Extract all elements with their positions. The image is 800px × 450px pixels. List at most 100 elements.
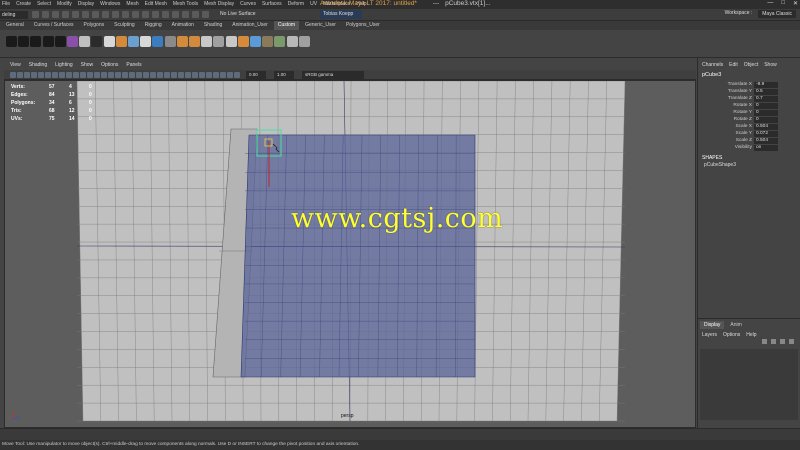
panel-tool-icon[interactable]	[45, 72, 51, 78]
shelf-tool-icon[interactable]	[152, 36, 164, 47]
panel-tool-icon[interactable]	[38, 72, 44, 78]
channel-box-menu-object[interactable]: Object	[744, 62, 758, 68]
shelf-tab-animation-user[interactable]: Animation_User	[228, 21, 272, 30]
panel-tool-icon[interactable]	[94, 72, 100, 78]
shelf-tool-icon[interactable]	[30, 36, 42, 47]
viewport-scene[interactable]	[5, 81, 696, 428]
shelf-tool-icon[interactable]	[201, 36, 213, 47]
shelf-tool-icon[interactable]	[225, 36, 237, 47]
layer-menu-options[interactable]: Options	[723, 332, 740, 338]
panel-menu-show[interactable]: Show	[81, 62, 94, 70]
live-surface-field[interactable]: No Live Surface	[220, 11, 256, 17]
far-clip-field[interactable]: 1.00	[274, 71, 294, 79]
panel-tool-icon[interactable]	[185, 72, 191, 78]
channel-box-menu-edit[interactable]: Edit	[729, 62, 738, 68]
channel-name[interactable]: Rotate Z	[698, 117, 754, 122]
shelf-tool-icon[interactable]	[6, 36, 17, 47]
layer-tab-anim[interactable]: Anim	[726, 321, 745, 329]
shelf-tab-rigging[interactable]: Rigging	[141, 21, 166, 30]
menu-curves[interactable]: Curves	[240, 1, 256, 7]
shelf-tool-icon[interactable]	[286, 36, 298, 47]
snap-surface-icon[interactable]	[142, 11, 149, 18]
panel-tool-icon[interactable]	[52, 72, 58, 78]
channel-name[interactable]: Scale Y	[698, 131, 754, 136]
shelf-tool-icon[interactable]	[18, 36, 30, 47]
new-scene-icon[interactable]	[32, 11, 39, 18]
render-settings-icon[interactable]	[182, 11, 189, 18]
channel-value-field[interactable]: 0	[754, 102, 778, 109]
channel-value-field[interactable]: 0	[754, 116, 778, 123]
channel-value-field[interactable]: 0.7	[754, 95, 778, 102]
shelf-tab-general[interactable]: General	[2, 21, 28, 30]
channel-box-object-name[interactable]: pCube3	[698, 68, 800, 78]
channel-name[interactable]: Visibility	[698, 145, 754, 150]
panel-tool-icon[interactable]	[157, 72, 163, 78]
shelf-tool-icon[interactable]	[115, 36, 127, 47]
near-clip-field[interactable]: 0.00	[246, 71, 266, 79]
panel-tool-icon[interactable]	[17, 72, 23, 78]
minimize-icon[interactable]: —	[767, 0, 773, 7]
panel-menu-shading[interactable]: Shading	[29, 62, 47, 70]
panel-tool-icon[interactable]	[129, 72, 135, 78]
panel-tool-icon[interactable]	[150, 72, 156, 78]
panel-tool-icon[interactable]	[220, 72, 226, 78]
snap-curve-icon[interactable]	[122, 11, 129, 18]
panel-tool-icon[interactable]	[143, 72, 149, 78]
panel-tool-icon[interactable]	[122, 72, 128, 78]
layer-tab-display[interactable]: Display	[700, 321, 725, 329]
menu-windows[interactable]: Windows	[100, 1, 120, 7]
panel-tool-icon[interactable]	[171, 72, 177, 78]
panel-tool-icon[interactable]	[59, 72, 65, 78]
undo-icon[interactable]	[62, 11, 69, 18]
menu-deform[interactable]: Deform	[288, 1, 304, 7]
maximize-icon[interactable]: □	[781, 0, 785, 7]
panel-tool-icon[interactable]	[108, 72, 114, 78]
redo-icon[interactable]	[72, 11, 79, 18]
shelf-tab-animation[interactable]: Animation	[168, 21, 198, 30]
perspective-viewport[interactable]: Verts: 57 4 0 Edges: 84 13 0 Polygons: 34 6 0 Tris: 6…	[4, 80, 696, 428]
shelf-tool-icon[interactable]	[164, 36, 176, 47]
menu-surfaces[interactable]: Surfaces	[262, 1, 282, 7]
shelf-tool-icon[interactable]	[250, 36, 261, 47]
channel-name[interactable]: Scale Z	[698, 138, 754, 143]
shelf-tool-icon[interactable]	[54, 36, 66, 47]
panel-tool-icon[interactable]	[31, 72, 37, 78]
open-scene-icon[interactable]	[42, 11, 49, 18]
menu-display[interactable]: Display	[78, 1, 94, 7]
color-space-dropdown[interactable]: sRGB gamma	[302, 71, 364, 79]
channel-value-field[interactable]: 0.072	[754, 130, 778, 137]
user-account-button[interactable]: Tobias Koepp	[320, 10, 362, 19]
panel-tool-icon[interactable]	[24, 72, 30, 78]
menu-mesh-tools[interactable]: Mesh Tools	[173, 1, 198, 7]
menu-uv[interactable]: UV	[310, 1, 317, 7]
panel-tool-icon[interactable]	[234, 72, 240, 78]
shelf-tool-icon[interactable]	[128, 36, 139, 47]
panel-tool-icon[interactable]	[10, 72, 16, 78]
panel-tool-icon[interactable]	[164, 72, 170, 78]
shelf-tool-icon[interactable]	[189, 36, 200, 47]
panel-tool-icon[interactable]	[66, 72, 72, 78]
render-icon[interactable]	[162, 11, 169, 18]
channel-value-field[interactable]: 0	[754, 109, 778, 116]
channel-name[interactable]: Rotate Y	[698, 110, 754, 115]
menu-set-dropdown[interactable]: deling	[0, 11, 28, 19]
shelf-tab-polygons[interactable]: Polygons	[80, 21, 109, 30]
shelf-tool-icon[interactable]	[176, 36, 188, 47]
shape-node-name[interactable]: pCubeShape3	[698, 161, 800, 169]
panel-menu-options[interactable]: Options	[101, 62, 118, 70]
select-hierarchy-icon[interactable]	[82, 11, 89, 18]
shelf-tab-curves-surfaces[interactable]: Curves / Surfaces	[30, 21, 78, 30]
panel-menu-panels[interactable]: Panels	[126, 62, 141, 70]
magnet-icon[interactable]	[202, 11, 209, 18]
layer-list[interactable]	[700, 349, 798, 420]
menu-select[interactable]: Select	[37, 1, 51, 7]
channel-box-menu-show[interactable]: Show	[764, 62, 777, 68]
save-scene-icon[interactable]	[52, 11, 59, 18]
channel-name[interactable]: Rotate X	[698, 103, 754, 108]
shelf-tool-icon[interactable]	[103, 36, 115, 47]
shelf-tab-polygons-user[interactable]: Polygons_User	[342, 21, 384, 30]
new-layer-selected-icon[interactable]	[789, 339, 794, 344]
menu-file[interactable]: File	[2, 1, 10, 7]
channel-value-field[interactable]: 0.504	[754, 123, 778, 130]
shelf-tool-icon[interactable]	[91, 36, 103, 47]
